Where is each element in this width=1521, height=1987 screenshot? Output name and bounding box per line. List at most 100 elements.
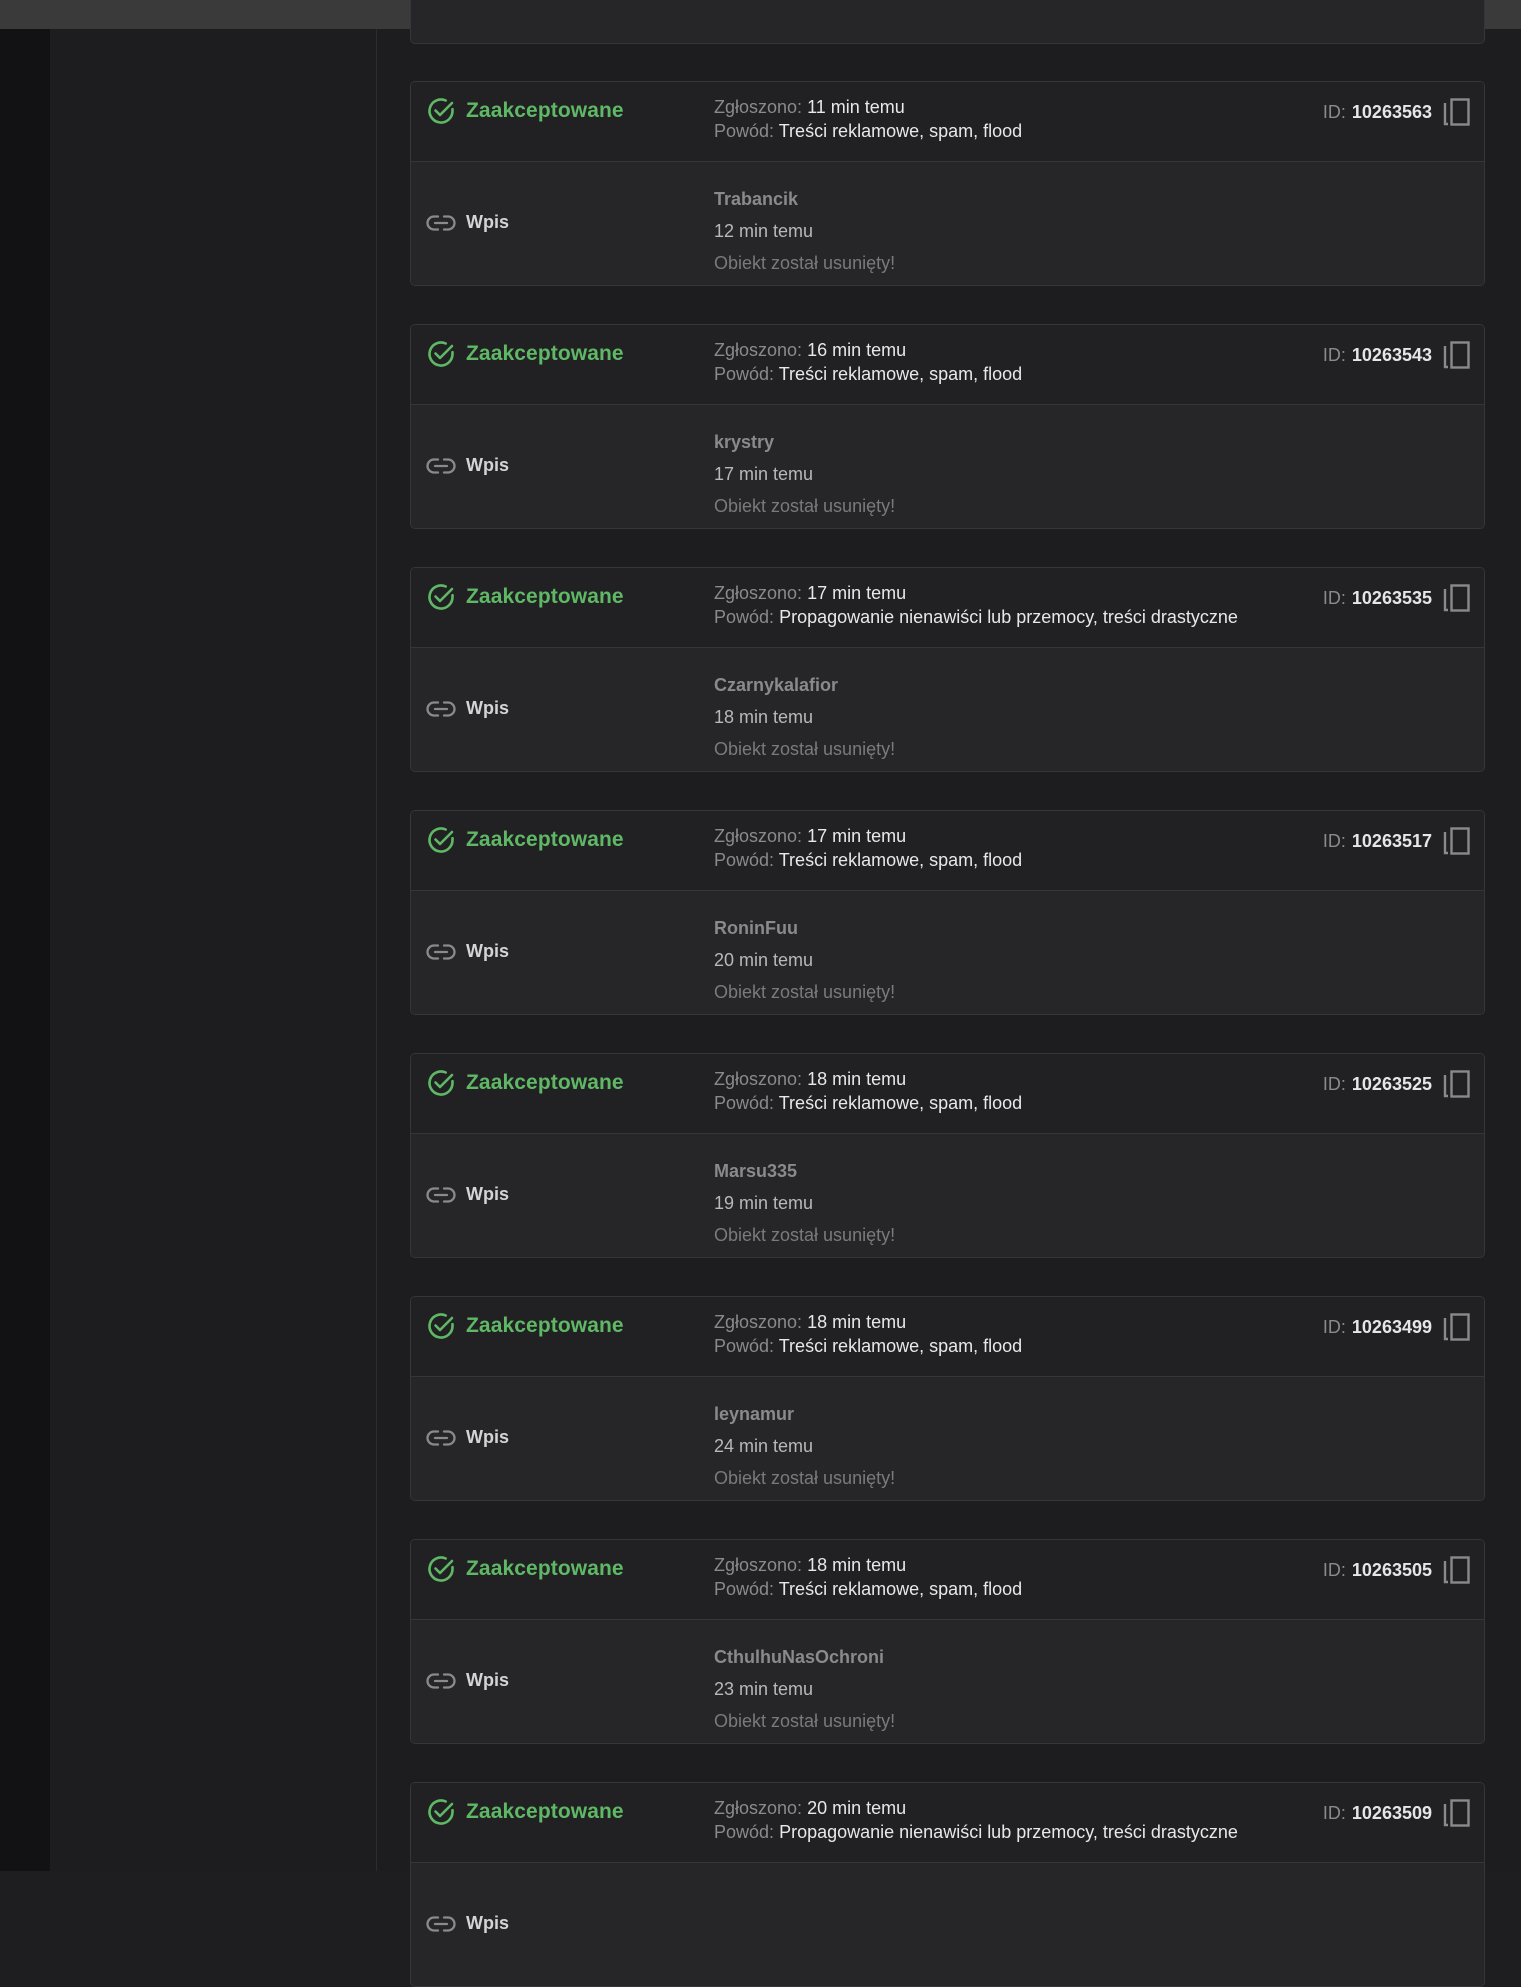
reason-label: Powód: [714,1579,775,1599]
author-name[interactable]: Marsu335 [714,1155,895,1187]
posted-time: 12 min temu [714,221,814,241]
reported-line: Zgłoszono: 18 min temu [714,1067,1022,1091]
check-circle-icon [428,584,454,610]
report-id: ID: 10263525 [1323,1068,1472,1100]
reported-line: Zgłoszono: 17 min temu [714,581,1238,605]
report-card-header: Zaakceptowane Zgłoszono: 17 min temu Pow… [411,811,1484,891]
object-type-link[interactable]: Wpis [426,455,509,476]
author-name[interactable]: krystry [714,426,895,458]
copy-icon[interactable] [1442,1797,1472,1829]
report-id: ID: 10263517 [1323,825,1472,857]
report-card-body: Wpis leynamur 24 min temu Obiekt został … [411,1377,1484,1500]
object-type-link[interactable]: Wpis [426,1670,509,1691]
report-card-header: Zaakceptowane Zgłoszono: 20 min temu Pow… [411,1783,1484,1863]
link-icon [426,943,456,960]
reason-line: Powód: Propagowanie nienawiści lub przem… [714,605,1238,629]
reported-line: Zgłoszono: 18 min temu [714,1310,1022,1334]
reason-label: Powód: [714,1822,775,1842]
report-meta: Zgłoszono: 17 min temu Powód: Propagowan… [714,581,1238,629]
object-state: Obiekt został usunięty! [714,496,896,516]
object-type-link[interactable]: Wpis [426,1427,509,1448]
reason-label: Powód: [714,607,775,627]
check-circle-icon [428,1556,454,1582]
reason-text: Treści reklamowe, spam, flood [778,364,1023,384]
check-circle-icon [428,1313,454,1339]
author-name[interactable]: RoninFuu [714,912,895,944]
reason-line: Powód: Treści reklamowe, spam, flood [714,119,1022,143]
object-state: Obiekt został usunięty! [714,1468,896,1488]
copy-icon[interactable] [1442,96,1472,128]
report-card-body: Wpis Czarnykalafior 18 min temu Obiekt z… [411,648,1484,771]
object-details: Czarnykalafior 18 min temu Obiekt został… [714,669,895,765]
report-id: ID: 10263509 [1323,1797,1472,1829]
status-label: Zaakceptowane [466,1071,624,1094]
reported-label: Zgłoszono: [714,1069,803,1089]
report-meta: Zgłoszono: 17 min temu Powód: Treści rek… [714,824,1022,872]
report-card-header: Zaakceptowane Zgłoszono: 18 min temu Pow… [411,1054,1484,1134]
id-label: ID: [1322,344,1346,365]
object-state: Obiekt został usunięty! [714,253,896,273]
object-details: CthulhuNasOchroni 23 min temu Obiekt zos… [714,1641,895,1737]
object-type-label: Wpis [466,1913,509,1933]
copy-icon[interactable] [1442,1068,1472,1100]
object-type-label: Wpis [466,1184,509,1204]
object-type-link[interactable]: Wpis [426,1913,509,1934]
posted-time: 18 min temu [714,707,814,727]
object-type-link[interactable]: Wpis [426,1184,509,1205]
link-icon [426,1186,456,1203]
copy-icon[interactable] [1442,825,1472,857]
author-name[interactable]: Trabancik [714,183,895,215]
link-icon [426,457,456,474]
status-label: Zaakceptowane [466,342,624,365]
reported-line: Zgłoszono: 16 min temu [714,338,1022,362]
check-circle-icon [428,1070,454,1096]
copy-icon[interactable] [1442,339,1472,371]
report-card: Zaakceptowane Zgłoszono: 17 min temu Pow… [410,810,1485,1015]
report-id: ID: 10263505 [1323,1554,1472,1586]
reported-line: Zgłoszono: 18 min temu [714,1553,1022,1577]
reported-time: 17 min temu [807,583,907,603]
object-details: krystry 17 min temu Obiekt został usunię… [714,426,895,522]
object-type-label: Wpis [466,455,509,475]
link-icon [426,1915,456,1932]
reported-time: 18 min temu [807,1555,907,1575]
reported-line: Zgłoszono: 20 min temu [714,1796,1238,1820]
check-circle-icon [428,98,454,124]
reason-text: Treści reklamowe, spam, flood [778,1336,1023,1356]
object-type-link[interactable]: Wpis [426,941,509,962]
report-meta: Zgłoszono: 20 min temu Powód: Propagowan… [714,1796,1238,1844]
status-label: Zaakceptowane [466,585,624,608]
author-name[interactable]: CthulhuNasOchroni [714,1641,895,1673]
reported-time: 16 min temu [807,340,907,360]
report-card-header: Zaakceptowane Zgłoszono: 18 min temu Pow… [411,1540,1484,1620]
object-type-link[interactable]: Wpis [426,212,509,233]
reason-label: Powód: [714,850,775,870]
id-value: 10263509 [1351,1802,1432,1823]
reason-line: Powód: Propagowanie nienawiści lub przem… [714,1820,1238,1844]
reported-label: Zgłoszono: [714,1798,803,1818]
copy-icon[interactable] [1442,1311,1472,1343]
report-card-body: Wpis CthulhuNasOchroni 23 min temu Obiek… [411,1620,1484,1743]
report-card-header: Zaakceptowane Zgłoszono: 17 min temu Pow… [411,568,1484,648]
report-card-header: Zaakceptowane Zgłoszono: 16 min temu Pow… [411,325,1484,405]
check-circle-icon [428,1799,454,1825]
posted-time: 19 min temu [714,1193,814,1213]
report-card-body: Wpis Trabancik 12 min temu Obiekt został… [411,162,1484,285]
reported-time: 18 min temu [807,1069,907,1089]
reported-label: Zgłoszono: [714,1312,803,1332]
status-badge: Zaakceptowane [426,1554,624,1584]
report-meta: Zgłoszono: 18 min temu Powód: Treści rek… [714,1310,1022,1358]
report-id: ID: 10263563 [1323,96,1472,128]
copy-icon[interactable] [1442,582,1472,614]
object-type-link[interactable]: Wpis [426,698,509,719]
author-name[interactable]: Czarnykalafior [714,669,895,701]
author-name[interactable]: leynamur [714,1398,895,1430]
report-card-body: Wpis [411,1863,1484,1986]
report-card: Zaakceptowane Zgłoszono: 17 min temu Pow… [410,567,1485,772]
report-card: Zaakceptowane Zgłoszono: 20 min temu Pow… [410,1782,1485,1987]
id-value: 10263563 [1351,101,1432,122]
reported-label: Zgłoszono: [714,340,803,360]
reason-text: Treści reklamowe, spam, flood [778,850,1023,870]
report-card-header: Zaakceptowane Zgłoszono: 18 min temu Pow… [411,1297,1484,1377]
copy-icon[interactable] [1442,1554,1472,1586]
